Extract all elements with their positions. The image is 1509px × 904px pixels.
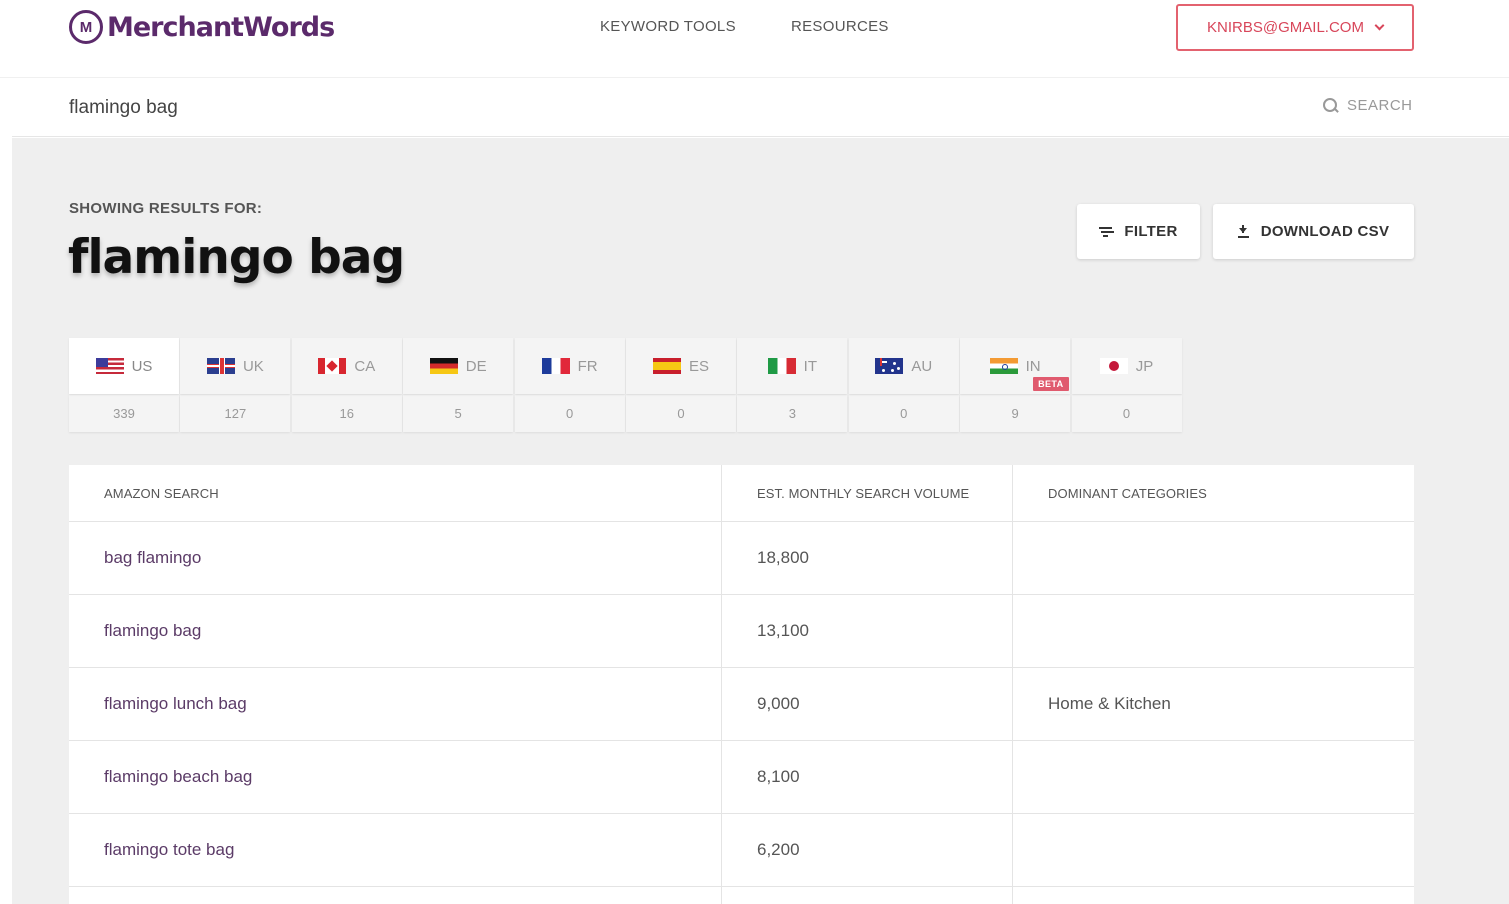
country-count: 16: [291, 395, 402, 432]
results-table: AMAZON SEARCH EST. MONTHLY SEARCH VOLUME…: [69, 465, 1414, 904]
country-code: IN: [1025, 357, 1041, 375]
keyword-link[interactable]: flamingo lunch bag: [104, 694, 247, 714]
country-code: ES: [688, 357, 709, 375]
italy-flag-icon: [767, 358, 796, 374]
page-title: flamingo bag: [68, 230, 405, 285]
country-code: CA: [354, 357, 376, 375]
column-header-search-volume[interactable]: EST. MONTHLY SEARCH VOLUME: [722, 465, 1013, 521]
search-volume: 9,000: [722, 668, 1013, 740]
search-icon: [1322, 97, 1339, 114]
table-row: flamingo tote bag 6,200: [69, 814, 1414, 887]
us-flag-icon: [95, 358, 124, 374]
country-count: 5: [403, 395, 514, 432]
dominant-category: [1013, 522, 1414, 594]
table-row: flamingo bag 13,100: [69, 595, 1414, 668]
country-tabs: US 339 UK 127 CA 16 DE 5 FR 0 ES 0 IT 3 …: [69, 338, 1183, 432]
beta-badge: BETA: [1033, 377, 1069, 391]
germany-flag-icon: [429, 358, 458, 374]
search-button[interactable]: SEARCH: [1322, 97, 1413, 114]
filter-icon: [1099, 226, 1113, 237]
india-flag-icon: [989, 358, 1018, 374]
download-label: DOWNLOAD CSV: [1260, 223, 1390, 240]
results-area: SHOWING RESULTS FOR: flamingo bag FILTER…: [12, 138, 1509, 904]
account-email: KNIRBS@GMAIL.COM: [1207, 19, 1364, 36]
japan-flag-icon: [1099, 358, 1128, 374]
country-code: JP: [1135, 357, 1154, 375]
tab-country-us[interactable]: US 339: [69, 338, 179, 432]
keyword-link[interactable]: flamingo bag: [104, 621, 201, 641]
country-count: 0: [1071, 395, 1182, 432]
keyword-link[interactable]: flamingo tote bag: [104, 840, 234, 860]
search-button-label: SEARCH: [1347, 97, 1413, 114]
country-count: 9: [960, 395, 1071, 432]
tab-country-jp[interactable]: JP 0: [1071, 338, 1182, 432]
account-menu-button[interactable]: KNIRBS@GMAIL.COM: [1176, 4, 1414, 51]
nav-keyword-tools[interactable]: KEYWORD TOOLS: [600, 18, 736, 35]
dominant-category: [1013, 814, 1414, 886]
tab-country-au[interactable]: AU 0: [848, 338, 959, 432]
country-code: DE: [465, 357, 487, 375]
country-code: AU: [911, 357, 933, 375]
table-row: flamingo beach bag 8,100: [69, 741, 1414, 814]
uk-flag-icon: [206, 358, 235, 374]
search-input[interactable]: [69, 93, 969, 123]
country-count: 0: [514, 395, 625, 432]
merchantwords-logo[interactable]: M MerchantWords: [69, 9, 335, 45]
country-count: 339: [69, 395, 179, 432]
tab-country-uk[interactable]: UK 127: [180, 338, 291, 432]
logo-text: MerchantWords: [107, 11, 335, 43]
table-header-row: AMAZON SEARCH EST. MONTHLY SEARCH VOLUME…: [69, 465, 1414, 522]
column-header-amazon-search[interactable]: AMAZON SEARCH: [69, 465, 722, 521]
download-csv-button[interactable]: DOWNLOAD CSV: [1213, 204, 1414, 259]
nav-resources[interactable]: RESOURCES: [791, 18, 889, 35]
search-volume: 6,200: [722, 814, 1013, 886]
table-row: flamingo lunch bag 9,000 Home & Kitchen: [69, 668, 1414, 741]
country-count: 0: [848, 395, 959, 432]
keyword-link[interactable]: bag flamingo: [104, 548, 201, 568]
dominant-category: [1013, 595, 1414, 667]
country-count: 127: [180, 395, 291, 432]
column-header-dominant-categories[interactable]: DOMINANT CATEGORIES: [1013, 465, 1414, 521]
top-navigation-bar: M MerchantWords KEYWORD TOOLS RESOURCES …: [0, 0, 1509, 78]
dominant-category: [1013, 741, 1414, 813]
country-code: FR: [577, 357, 598, 375]
search-bar: SEARCH: [12, 79, 1509, 137]
tab-country-de[interactable]: DE 5: [403, 338, 514, 432]
chevron-down-icon: [1374, 20, 1385, 31]
search-volume: 13,100: [722, 595, 1013, 667]
table-row: [69, 887, 1414, 904]
showing-results-label: SHOWING RESULTS FOR:: [69, 200, 263, 217]
country-count: 0: [625, 395, 736, 432]
tab-country-it[interactable]: IT 3: [737, 338, 848, 432]
country-code: UK: [242, 357, 264, 375]
tab-country-es[interactable]: ES 0: [625, 338, 736, 432]
tab-country-fr[interactable]: FR 0: [514, 338, 625, 432]
search-volume: 8,100: [722, 741, 1013, 813]
country-code: IT: [803, 357, 818, 375]
search-volume: 18,800: [722, 522, 1013, 594]
tab-country-ca[interactable]: CA 16: [291, 338, 402, 432]
download-icon: [1237, 225, 1249, 238]
filter-button[interactable]: FILTER: [1077, 204, 1200, 259]
country-count: 3: [737, 395, 848, 432]
spain-flag-icon: [652, 358, 681, 374]
france-flag-icon: [541, 358, 570, 374]
logo-mark-icon: M: [69, 10, 103, 44]
australia-flag-icon: [875, 358, 904, 374]
canada-flag-icon: [318, 358, 347, 374]
tab-country-in[interactable]: IN BETA 9: [960, 338, 1071, 432]
filter-label: FILTER: [1124, 223, 1178, 240]
table-row: bag flamingo 18,800: [69, 522, 1414, 595]
dominant-category: Home & Kitchen: [1048, 694, 1171, 713]
keyword-link[interactable]: flamingo beach bag: [104, 767, 252, 787]
country-code: US: [131, 357, 153, 375]
